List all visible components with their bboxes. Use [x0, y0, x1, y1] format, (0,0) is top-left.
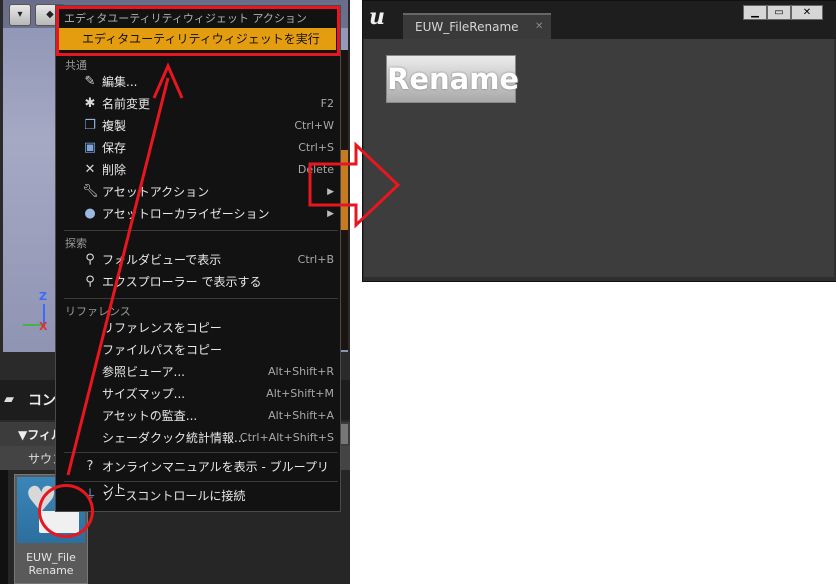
- annotation-arrow-right: [308, 141, 401, 229]
- annotation-arrows: [66, 62, 401, 476]
- annotation-arrow-up: [66, 62, 184, 476]
